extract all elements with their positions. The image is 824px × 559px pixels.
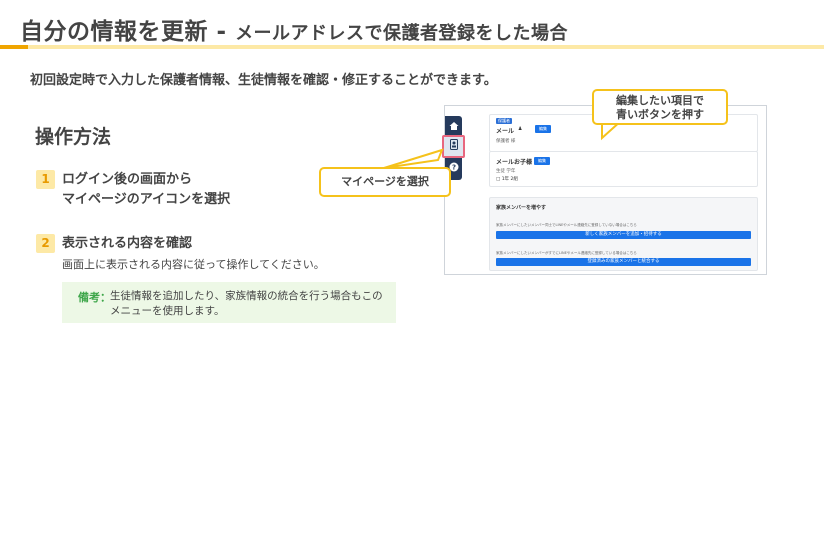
title-main: 自分の情報を更新 — [20, 19, 208, 45]
student-label: メールお子様 — [496, 159, 533, 166]
home-icon[interactable] — [448, 121, 459, 132]
add-family-member-button[interactable]: 新しく家族メンバーを追加・招待する — [496, 231, 751, 239]
user-icon: ♟ — [518, 126, 523, 132]
callout-edit-button: 編集したい項目で 青いボタンを押す — [592, 89, 728, 125]
intro-text: 初回設定時で入力した保護者情報、生徒情報を確認・修正することができます。 — [30, 73, 497, 88]
edit-guardian-button[interactable]: 編集 — [535, 125, 551, 133]
page-title: 自分の情報を更新 - メールアドレスで保護者登録をした場合 — [20, 12, 568, 46]
section-title: 操作方法 — [35, 126, 112, 148]
family-title: 家族メンバーを増やす — [496, 205, 547, 211]
title-separator: - — [208, 19, 236, 45]
title-subtitle: メールアドレスで保護者登録をした場合 — [235, 23, 569, 44]
note-line-2: メニューを使用します。 — [110, 305, 225, 317]
callout-select-mypage: マイページを選択 — [319, 167, 451, 197]
page-header: 自分の情報を更新 - メールアドレスで保護者登録をした場合 — [0, 0, 824, 50]
edit-student-button[interactable]: 編集 — [534, 157, 550, 165]
guardian-sub: 保護者 様 — [496, 139, 516, 144]
note-text: 生徒情報を追加したり、家族情報の統合を行う場合もこの メニューを使用します。 — [110, 289, 383, 319]
step-line-2: マイページのアイコンを選択 — [62, 192, 231, 207]
title-underline — [28, 45, 824, 49]
guardian-tag: 保護者 — [496, 118, 512, 124]
callout-edit-line-2: 青いボタンを押す — [616, 108, 704, 121]
student-card: メールお子様 生徒 学年 □ 1年 2組 編集 — [489, 151, 758, 187]
step-text: 表示される内容を確認 — [62, 236, 193, 251]
callout-edit-line-1: 編集したい項目で — [616, 94, 704, 107]
title-underline-accent — [0, 45, 28, 49]
step-number: 2 — [36, 234, 55, 253]
note-box: 備考： 生徒情報を追加したり、家族情報の統合を行う場合もこの メニューを使用しま… — [62, 282, 396, 323]
step-description: 画面上に表示される内容に従って操作してください。 — [62, 258, 325, 271]
note-line-1: 生徒情報を追加したり、家族情報の統合を行う場合もこの — [110, 290, 383, 302]
step-line-1: ログイン後の画面から — [62, 172, 193, 187]
step-text: ログイン後の画面から マイページのアイコンを選択 — [62, 170, 230, 210]
family-section: 家族メンバーを増やす 家族メンバーにしたいメンバー同士でLINEやメール連絡先に… — [489, 197, 758, 271]
student-grade-text: 1年 2組 — [501, 177, 518, 182]
family-note-1: 家族メンバーにしたいメンバー同士でLINEやメール連絡先に登録していない場合はこ… — [496, 223, 637, 227]
note-label: 備考： — [78, 291, 111, 304]
merge-family-button[interactable]: 登録済みの家族メンバーと統合する — [496, 258, 751, 266]
student-grade: □ 1年 2組 — [496, 176, 518, 182]
student-sub: 生徒 学年 — [496, 169, 516, 174]
guardian-label: メール — [496, 128, 515, 135]
family-note-2: 家族メンバーにしたいメンバーがすでにLINEやメール連絡先に登録している場合はこ… — [496, 251, 637, 255]
step-number: 1 — [36, 170, 55, 189]
